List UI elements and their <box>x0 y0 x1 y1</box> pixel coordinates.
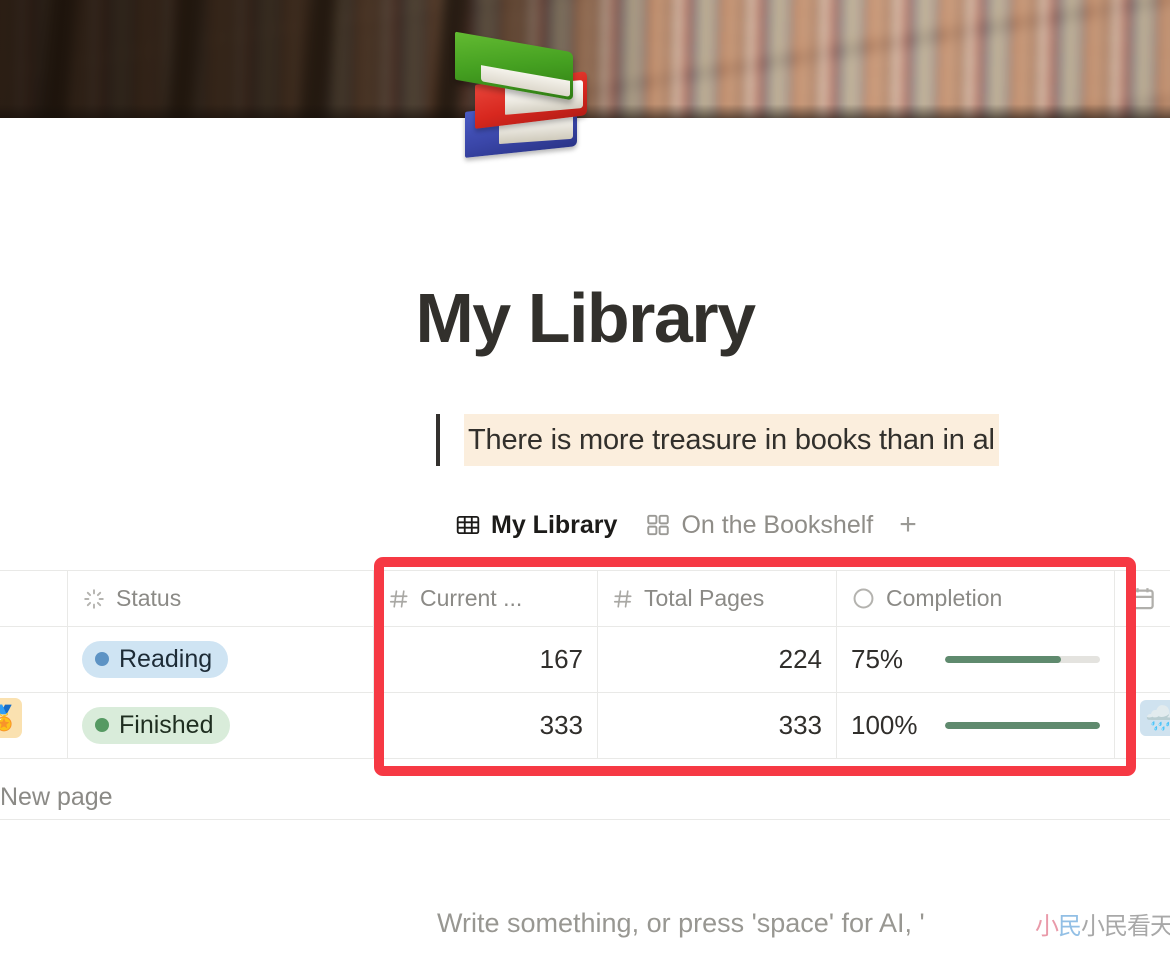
current-page-value: 167 <box>539 644 583 674</box>
total-pages-value: 224 <box>778 644 822 674</box>
table-col-total-pages[interactable]: Total Pages <box>598 571 837 626</box>
row-current-page-cell[interactable]: 167 <box>374 627 598 692</box>
row-status-cell[interactable]: Finished <box>68 693 374 758</box>
row-completion-cell[interactable]: 75% <box>837 627 1115 692</box>
page-title[interactable]: My Library <box>0 283 1170 353</box>
tab-on-the-bookshelf-label: On the Bookshelf <box>681 510 874 539</box>
watermark-text: 小民看天下.com <box>1081 912 1170 940</box>
status-badge: Reading <box>82 640 229 679</box>
completion-progress-fill <box>945 656 1062 663</box>
books-emoji-icon[interactable] <box>447 31 587 176</box>
table-col-total-pages-label: Total Pages <box>644 585 765 611</box>
table-col-spacer <box>0 571 68 626</box>
completion-progress-fill <box>945 722 1100 729</box>
table-col-completion[interactable]: Completion <box>837 571 1115 626</box>
number-icon <box>612 588 634 610</box>
current-page-value: 333 <box>539 710 583 740</box>
row-weather-emoji-clipped[interactable]: 🌧️ <box>1140 700 1170 736</box>
quote-text[interactable]: There is more treasure in books than in … <box>464 414 999 466</box>
progress-circle-icon <box>851 586 876 611</box>
book-green <box>455 31 573 101</box>
completion-percent: 100% <box>851 710 918 740</box>
completion-progress-bar <box>945 656 1100 663</box>
status-badge: Finished <box>82 706 230 745</box>
table-col-current-page-label: Current ... <box>420 585 523 611</box>
watermark: 小民小民看天下.com <box>1035 906 1170 941</box>
row-status-cell[interactable]: Reading <box>68 627 374 692</box>
completion-percent: 75% <box>851 644 904 674</box>
tab-my-library[interactable]: My Library <box>441 502 631 548</box>
row-completion-cell[interactable]: 100% <box>837 693 1115 758</box>
status-icon <box>82 587 106 611</box>
row-date-cell[interactable] <box>1115 627 1170 692</box>
add-view-button[interactable]: + <box>887 510 929 540</box>
table-col-current-page[interactable]: Current ... <box>374 571 598 626</box>
row-total-pages-cell[interactable]: 224 <box>598 627 837 692</box>
tab-my-library-label: My Library <box>491 510 618 539</box>
table-col-completion-label: Completion <box>886 585 1003 611</box>
table-col-status[interactable]: Status <box>68 571 374 626</box>
new-page-label: New page <box>0 783 113 811</box>
gallery-icon <box>645 512 671 538</box>
quote-block[interactable]: There is more treasure in books than in … <box>436 414 1170 466</box>
row-total-pages-cell[interactable]: 333 <box>598 693 837 758</box>
table-row[interactable]: Finished 333 333 100% <box>0 693 1170 759</box>
quote-bar <box>436 414 440 466</box>
table-row[interactable]: Reading 167 224 75% <box>0 627 1170 693</box>
status-dot-icon <box>95 718 109 732</box>
total-pages-value: 333 <box>778 710 822 740</box>
new-page-row[interactable]: New page <box>0 776 1170 820</box>
table-col-date[interactable] <box>1115 571 1170 626</box>
row-spacer <box>0 627 68 692</box>
database-table: Status Current ... Total Pages Completio… <box>0 570 1170 759</box>
table-header-row: Status Current ... Total Pages Completio… <box>0 571 1170 627</box>
completion-progress-bar <box>945 722 1100 729</box>
notion-page: My Library There is more treasure in boo… <box>0 0 1170 970</box>
table-col-status-label: Status <box>116 585 182 611</box>
tab-on-the-bookshelf[interactable]: On the Bookshelf <box>631 502 887 548</box>
database-view-tabs: My Library On the Bookshelf + <box>441 502 929 548</box>
status-dot-icon <box>95 652 109 666</box>
row-current-page-cell[interactable]: 333 <box>374 693 598 758</box>
status-badge-label: Reading <box>119 644 213 673</box>
row-tag-clipped[interactable]: 🏅 <box>0 698 22 738</box>
editor-placeholder[interactable]: Write something, or press 'space' for AI… <box>437 908 925 939</box>
status-badge-label: Finished <box>119 710 214 739</box>
table-icon <box>455 512 481 538</box>
calendar-icon <box>1129 585 1156 612</box>
number-icon <box>388 588 410 610</box>
